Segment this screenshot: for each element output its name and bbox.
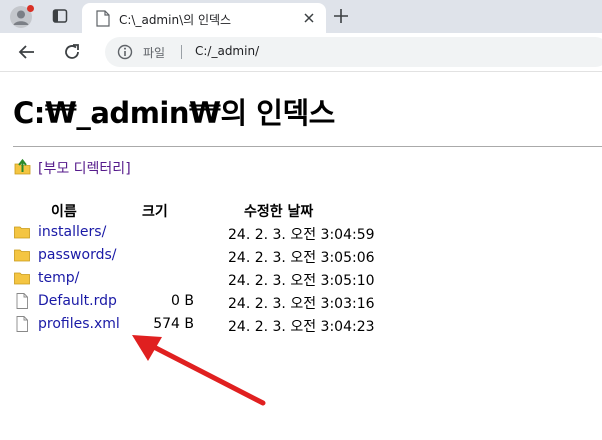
folder-up-icon: [14, 158, 31, 175]
tab-active[interactable]: C:\_admin\의 인덱스: [82, 3, 326, 33]
entry-modified: 24. 2. 3. 오전 3:04:59: [228, 227, 375, 243]
page-title: C:₩_admin₩의 인덱스: [13, 96, 335, 130]
close-tab-icon[interactable]: [302, 11, 316, 25]
new-tab-plus-icon[interactable]: [333, 8, 349, 24]
annotation-arrow-icon: [132, 335, 266, 406]
entry-modified: 24. 2. 3. 오전 3:05:06: [228, 250, 375, 266]
entry-link[interactable]: installers/: [38, 224, 106, 240]
parent-directory-link[interactable]: [부모 디렉터리]: [38, 158, 131, 178]
address-url[interactable]: C:/_admin/: [195, 44, 259, 58]
folder-icon: [14, 226, 30, 239]
list-item: profiles.xml 574 B 24. 2. 3. 오전 3:04:23: [0, 314, 602, 336]
back-arrow-icon[interactable]: [18, 43, 36, 61]
entry-modified: 24. 2. 3. 오전 3:03:16: [228, 296, 375, 312]
file-icon: [16, 316, 28, 332]
tab-actions-icon[interactable]: [52, 8, 68, 24]
column-header-size[interactable]: 크기: [142, 201, 168, 221]
list-item: installers/ 24. 2. 3. 오전 3:04:59: [0, 222, 602, 244]
reload-icon[interactable]: [63, 43, 81, 61]
column-header-modified[interactable]: 수정한 날짜: [244, 201, 313, 221]
notification-dot: [27, 5, 34, 12]
entry-link[interactable]: profiles.xml: [38, 316, 120, 332]
info-icon[interactable]: [117, 44, 133, 60]
address-scheme-label: 파일: [143, 46, 166, 60]
list-item: passwords/ 24. 2. 3. 오전 3:05:06: [0, 245, 602, 267]
tab-title: C:\_admin\의 인덱스: [119, 13, 232, 27]
folder-icon: [14, 249, 30, 262]
address-separator: [181, 45, 182, 59]
entry-link[interactable]: temp/: [38, 270, 79, 286]
page-content: C:₩_admin₩의 인덱스 [부모 디렉터리] 이름 크기 수정한 날짜 i…: [0, 71, 602, 440]
list-item: temp/ 24. 2. 3. 오전 3:05:10: [0, 268, 602, 290]
address-bar[interactable]: 파일 C:/_admin/: [105, 37, 602, 67]
entry-modified: 24. 2. 3. 오전 3:05:10: [228, 273, 375, 289]
file-icon: [16, 293, 28, 309]
column-header-name[interactable]: 이름: [51, 201, 77, 221]
entry-link[interactable]: Default.rdp: [38, 293, 117, 309]
entry-size: 0 B: [171, 293, 194, 309]
list-item: Default.rdp 0 B 24. 2. 3. 오전 3:03:16: [0, 291, 602, 313]
folder-icon: [14, 272, 30, 285]
file-icon: [96, 10, 110, 27]
entry-link[interactable]: passwords/: [38, 247, 116, 263]
divider: [13, 146, 602, 147]
browser-toolbar: 파일 C:/_admin/: [0, 33, 602, 71]
tab-strip: C:\_admin\의 인덱스: [0, 0, 602, 33]
